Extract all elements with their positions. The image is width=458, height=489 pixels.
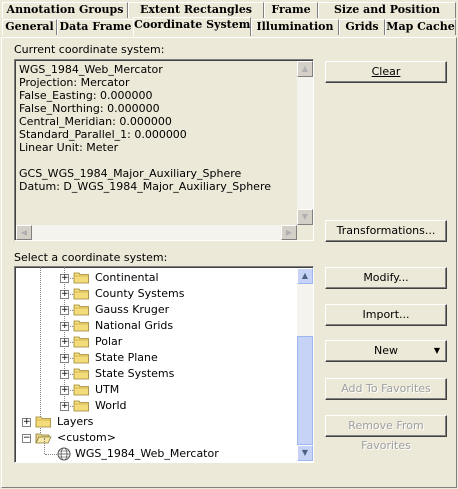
cs-detail-line: Standard_Parallel_1: 0.000000 xyxy=(19,128,187,141)
expand-icon[interactable]: + xyxy=(22,418,31,427)
globe-icon xyxy=(57,447,71,461)
new-button-label: New xyxy=(374,344,398,357)
folder-icon xyxy=(73,288,90,300)
expand-icon[interactable]: + xyxy=(60,338,69,347)
tab-illumination[interactable]: Illumination xyxy=(251,19,339,35)
tree-line xyxy=(45,454,57,455)
folder-icon xyxy=(73,304,90,316)
scroll-up-icon[interactable]: ▲ xyxy=(297,61,313,77)
tab-map-cache[interactable]: Map Cache xyxy=(385,19,456,35)
current-cs-vscrollbar[interactable]: ▲ ▼ xyxy=(297,61,313,225)
scroll-right-icon[interactable]: ▶ xyxy=(281,225,297,240)
cs-detail-line: False_Northing: 0.000000 xyxy=(19,102,160,115)
expand-icon[interactable]: + xyxy=(60,290,69,299)
scroll-up-icon[interactable]: ▲ xyxy=(297,268,313,284)
folder-icon xyxy=(73,400,90,412)
current-cs-box[interactable]: WGS_1984_Web_Mercator Projection: Mercato… xyxy=(14,59,314,241)
tab-coordinate-system[interactable]: Coordinate System xyxy=(133,17,251,36)
scroll-thumb[interactable] xyxy=(297,336,313,445)
tree-item-label: State Systems xyxy=(95,367,175,380)
tree-item-state-plane[interactable]: + State Plane xyxy=(15,350,297,366)
tree-item-world[interactable]: + World xyxy=(15,398,297,414)
tree-item-label: State Plane xyxy=(95,351,158,364)
tree-item-polar[interactable]: + Polar xyxy=(15,334,297,350)
tree-item-label: Polar xyxy=(95,335,123,348)
transformations-button-label: Transformations... xyxy=(336,224,436,237)
tab-strip: Annotation Groups Extent Rectangles Fram… xyxy=(0,0,458,38)
tree-item-utm[interactable]: + UTM xyxy=(15,382,297,398)
tree-item-continental[interactable]: + Continental xyxy=(15,270,297,286)
tree-item-label: World xyxy=(95,399,127,412)
tree-item-wgs-1984-web-mercator[interactable]: WGS_1984_Web_Mercator xyxy=(15,438,297,462)
tab-extent-rectangles[interactable]: Extent Rectangles xyxy=(128,2,264,18)
cs-detail-line xyxy=(19,154,271,167)
tree-item-state-systems[interactable]: + State Systems xyxy=(15,366,297,382)
tree-item-label: Gauss Kruger xyxy=(95,303,170,316)
expand-icon[interactable]: + xyxy=(60,402,69,411)
select-cs-label: Select a coordinate system: xyxy=(14,251,168,264)
cs-detail-line: GCS_WGS_1984_Major_Auxiliary_Sphere xyxy=(19,167,242,180)
folder-icon xyxy=(73,320,90,332)
tab-annotation-groups[interactable]: Annotation Groups xyxy=(2,2,128,18)
expand-icon[interactable]: + xyxy=(60,306,69,315)
import-button[interactable]: Import... xyxy=(325,304,447,326)
tree-item-label: Continental xyxy=(95,271,159,284)
folder-icon xyxy=(73,336,90,348)
import-button-label: Import... xyxy=(362,308,410,321)
cs-detail-line: WGS_1984_Web_Mercator xyxy=(19,63,163,76)
current-cs-label: Current coordinate system: xyxy=(14,43,165,56)
folder-icon xyxy=(73,368,90,380)
cs-detail-line: Linear Unit: Meter xyxy=(19,141,119,154)
tree-item-gauss-kruger[interactable]: + Gauss Kruger xyxy=(15,302,297,318)
tree-item-label: County Systems xyxy=(95,287,185,300)
collapse-icon[interactable]: − xyxy=(22,434,31,443)
folder-icon xyxy=(73,384,90,396)
tree-item-label: Layers xyxy=(57,415,94,428)
folder-icon xyxy=(73,272,90,284)
expand-icon[interactable]: + xyxy=(60,370,69,379)
tree-item-label: National Grids xyxy=(95,319,174,332)
cs-tree[interactable]: + Continental + County Systems + Gauss Kruger… xyxy=(14,266,314,463)
cs-detail-line: Datum: D_WGS_1984_Major_Auxiliary_Sphere xyxy=(19,180,272,193)
tree-item-custom[interactable]: − <custom> xyxy=(15,430,297,446)
new-button[interactable]: New ▼ xyxy=(325,340,447,362)
dropdown-arrow-icon: ▼ xyxy=(433,346,440,355)
tree-line xyxy=(44,438,45,454)
cs-detail-line: Central_Meridian: 0.000000 xyxy=(19,115,172,128)
cs-detail-line: False_Easting: 0.000000 xyxy=(19,89,153,102)
clear-button-label: Clear xyxy=(371,65,401,78)
tab-frame[interactable]: Frame xyxy=(264,2,318,18)
modify-button-label: Modify... xyxy=(363,271,409,284)
add-to-favorites-label: Add To Favorites xyxy=(341,382,431,395)
tree-item-label: <custom> xyxy=(57,431,116,444)
tree-item-county-systems[interactable]: + County Systems xyxy=(15,286,297,302)
scroll-left-icon[interactable]: ◀ xyxy=(16,225,32,240)
tree-item-label: WGS_1984_Web_Mercator xyxy=(75,447,219,460)
expand-icon[interactable]: + xyxy=(60,274,69,283)
cs-detail-line: Projection: Mercator xyxy=(19,76,130,89)
expand-icon[interactable]: + xyxy=(60,386,69,395)
tree-item-label: UTM xyxy=(95,383,120,396)
tree-item-layers[interactable]: + Layers xyxy=(15,414,297,430)
tab-general[interactable]: General xyxy=(2,19,57,35)
current-cs-details: WGS_1984_Web_Mercator Projection: Mercato… xyxy=(19,63,271,193)
tab-data-frame[interactable]: Data Frame xyxy=(57,19,134,35)
tab-grids[interactable]: Grids xyxy=(339,19,385,35)
expand-icon[interactable]: + xyxy=(60,322,69,331)
folder-icon xyxy=(73,352,90,364)
transformations-button[interactable]: Transformations... xyxy=(325,220,447,242)
current-cs-hscrollbar[interactable]: ◀ ▶ xyxy=(16,225,297,240)
clear-button[interactable]: Clear xyxy=(325,61,447,83)
remove-from-favorites-button[interactable]: Remove From Favorites xyxy=(325,415,447,452)
modify-button[interactable]: Modify... xyxy=(325,267,447,289)
scroll-down-icon[interactable]: ▼ xyxy=(297,209,313,225)
folder-icon xyxy=(35,416,52,428)
add-to-favorites-button[interactable]: Add To Favorites xyxy=(325,378,447,400)
tab-size-and-position[interactable]: Size and Position xyxy=(318,2,456,18)
scroll-down-icon[interactable]: ▼ xyxy=(297,445,313,461)
expand-icon[interactable]: + xyxy=(60,354,69,363)
cs-tree-vscrollbar[interactable]: ▲ ▼ xyxy=(297,268,313,461)
tree-item-national-grids[interactable]: + National Grids xyxy=(15,318,297,334)
